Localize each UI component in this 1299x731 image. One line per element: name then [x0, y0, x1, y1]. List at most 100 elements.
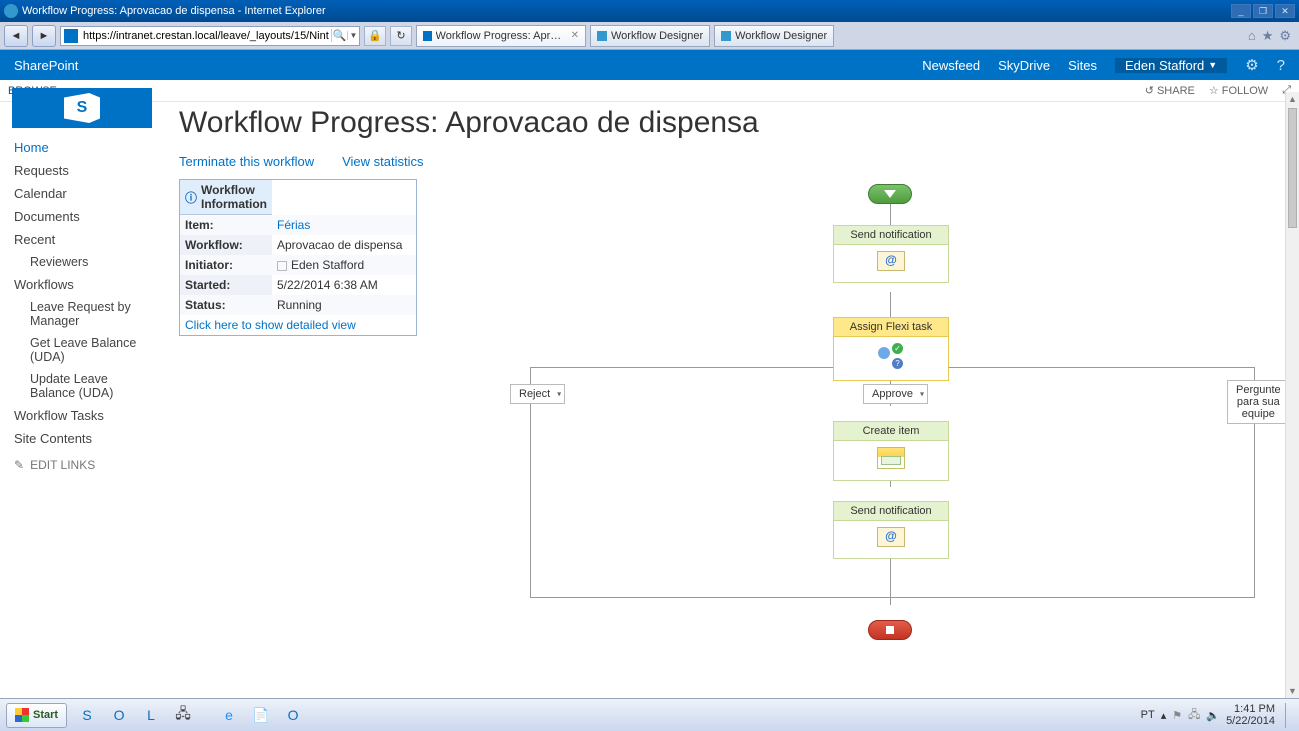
nav-update-balance[interactable]: Update Leave Balance (UDA): [0, 368, 165, 404]
ribbon: BROWSE ↺ SHARE ☆ FOLLOW ⤢: [0, 80, 1299, 102]
favorites-icon[interactable]: ★: [1262, 28, 1274, 44]
tools-icon[interactable]: ⚙: [1279, 28, 1291, 44]
nav-site-contents[interactable]: Site Contents: [0, 427, 165, 450]
taskbar-ie-icon[interactable]: e: [215, 703, 243, 728]
nav-workflow-tasks[interactable]: Workflow Tasks: [0, 404, 165, 427]
taskbar-app-icon[interactable]: 🖧: [169, 703, 197, 728]
tray-flag-icon[interactable]: ⚑: [1172, 709, 1182, 722]
nav-reviewers[interactable]: Reviewers: [0, 251, 165, 273]
taskbar-notepad-icon[interactable]: 📄: [247, 703, 275, 728]
tray-up-icon[interactable]: ▴: [1161, 709, 1167, 722]
refresh-button[interactable]: ↻: [390, 26, 412, 46]
nav-documents[interactable]: Documents: [0, 205, 165, 228]
ie-favicon-icon: [4, 4, 18, 18]
back-button[interactable]: ◄: [4, 25, 28, 47]
clock-date: 5/22/2014: [1226, 715, 1275, 727]
label-item: Item:: [180, 215, 273, 235]
sites-link[interactable]: Sites: [1068, 58, 1097, 73]
item-link[interactable]: Férias: [277, 218, 310, 232]
ie-toolbar: ◄ ► 🔍 ▼ 🔒 ↻ Workflow Progress: Aprovac… …: [0, 22, 1299, 50]
label-initiator: Initiator:: [180, 255, 273, 275]
url-dropdown-icon[interactable]: ▼: [347, 31, 359, 40]
ie-titlebar: Workflow Progress: Aprovacao de dispensa…: [0, 0, 1299, 22]
close-window-button[interactable]: ✕: [1275, 4, 1295, 18]
settings-icon[interactable]: ⚙: [1245, 56, 1258, 74]
left-nav: S Home Requests Calendar Documents Recen…: [0, 102, 165, 698]
help-icon[interactable]: ?: [1277, 57, 1285, 74]
maximize-button[interactable]: ❐: [1253, 4, 1273, 18]
address-bar[interactable]: 🔍 ▼: [60, 26, 360, 46]
clock[interactable]: 1:41 PM 5/22/2014: [1226, 703, 1279, 727]
branch-approve[interactable]: Approve: [863, 384, 928, 404]
tab-label: Workflow Progress: Aprovac…: [436, 30, 563, 42]
clock-time: 1:41 PM: [1226, 703, 1275, 715]
taskbar-outlook-icon[interactable]: O: [105, 703, 133, 728]
tab-workflow-designer-1[interactable]: Workflow Designer: [590, 25, 710, 47]
workflow-diagram: Send notification Assign Flexi task ✓? R…: [355, 162, 1285, 698]
scrollbar[interactable]: ▲ ▼: [1285, 92, 1299, 698]
tab-workflow-progress[interactable]: Workflow Progress: Aprovac… ✕: [416, 25, 586, 47]
suite-bar: SharePoint Newsfeed SkyDrive Sites Eden …: [0, 50, 1299, 80]
node-assign-flexi-task[interactable]: Assign Flexi task ✓?: [833, 317, 949, 381]
taskbar-lync-icon[interactable]: L: [137, 703, 165, 728]
pencil-icon: ✎: [14, 458, 24, 472]
tab-favicon-icon: [721, 31, 731, 41]
branch-pergunte[interactable]: Pergunte para sua equipe: [1227, 380, 1285, 424]
detailed-view-link[interactable]: Click here to show detailed view: [185, 318, 356, 332]
chevron-down-icon: ▼: [1208, 60, 1217, 70]
scroll-down-icon[interactable]: ▼: [1286, 684, 1299, 698]
nav-leave-request[interactable]: Leave Request by Manager: [0, 296, 165, 332]
info-header: Workflow Information: [201, 183, 267, 211]
forward-button[interactable]: ►: [32, 25, 56, 47]
newsfeed-link[interactable]: Newsfeed: [922, 58, 980, 73]
terminate-link[interactable]: Terminate this workflow: [179, 154, 314, 169]
nav-workflows[interactable]: Workflows: [0, 273, 165, 296]
nav-requests[interactable]: Requests: [0, 159, 165, 182]
start-button[interactable]: Start: [6, 703, 67, 728]
follow-button[interactable]: ☆ FOLLOW: [1209, 84, 1268, 97]
create-item-icon: [877, 447, 905, 469]
scroll-thumb[interactable]: [1288, 108, 1297, 228]
start-node[interactable]: [868, 184, 912, 204]
tab-favicon-icon: [597, 31, 607, 41]
edit-links[interactable]: ✎EDIT LINKS: [0, 450, 165, 480]
site-logo[interactable]: S: [12, 88, 152, 128]
tray-volume-icon[interactable]: 🔈: [1206, 709, 1220, 722]
skydrive-link[interactable]: SkyDrive: [998, 58, 1050, 73]
site-favicon-icon: [64, 29, 78, 43]
tab-label: Workflow Designer: [611, 30, 703, 42]
search-icon[interactable]: 🔍: [331, 29, 347, 42]
nav-home[interactable]: Home: [0, 136, 165, 159]
show-desktop-button[interactable]: [1285, 703, 1293, 728]
user-menu[interactable]: Eden Stafford ▼: [1115, 58, 1227, 73]
node-title: Send notification: [834, 226, 948, 245]
url-input[interactable]: [81, 30, 331, 42]
tab-favicon-icon: [423, 31, 432, 41]
tab-label: Workflow Designer: [735, 30, 827, 42]
node-send-notification-1[interactable]: Send notification: [833, 225, 949, 283]
taskbar-sharepoint-icon[interactable]: S: [73, 703, 101, 728]
nav-calendar[interactable]: Calendar: [0, 182, 165, 205]
nav-get-balance[interactable]: Get Leave Balance (UDA): [0, 332, 165, 368]
end-node[interactable]: [868, 620, 912, 640]
suite-brand[interactable]: SharePoint: [14, 58, 78, 73]
windows-flag-icon: [15, 708, 29, 722]
scroll-up-icon[interactable]: ▲: [1286, 92, 1299, 106]
branch-reject[interactable]: Reject: [510, 384, 565, 404]
minimize-button[interactable]: _: [1231, 4, 1251, 18]
tab-close-icon[interactable]: ✕: [571, 30, 579, 41]
share-button[interactable]: ↺ SHARE: [1145, 84, 1195, 97]
tray-network-icon[interactable]: 🖧: [1188, 706, 1200, 725]
lang-indicator[interactable]: PT: [1141, 709, 1155, 721]
home-icon[interactable]: ⌂: [1248, 28, 1256, 44]
nav-recent[interactable]: Recent: [0, 228, 165, 251]
node-title: Send notification: [834, 502, 948, 521]
node-title: Assign Flexi task: [834, 318, 948, 337]
compat-view-button[interactable]: 🔒: [364, 26, 386, 46]
tab-workflow-designer-2[interactable]: Workflow Designer: [714, 25, 834, 47]
taskbar-outlook2-icon[interactable]: O: [279, 703, 307, 728]
node-create-item[interactable]: Create item: [833, 421, 949, 481]
flexi-task-icon: ✓?: [876, 343, 906, 369]
node-send-notification-2[interactable]: Send notification: [833, 501, 949, 559]
mail-icon: [877, 251, 905, 271]
